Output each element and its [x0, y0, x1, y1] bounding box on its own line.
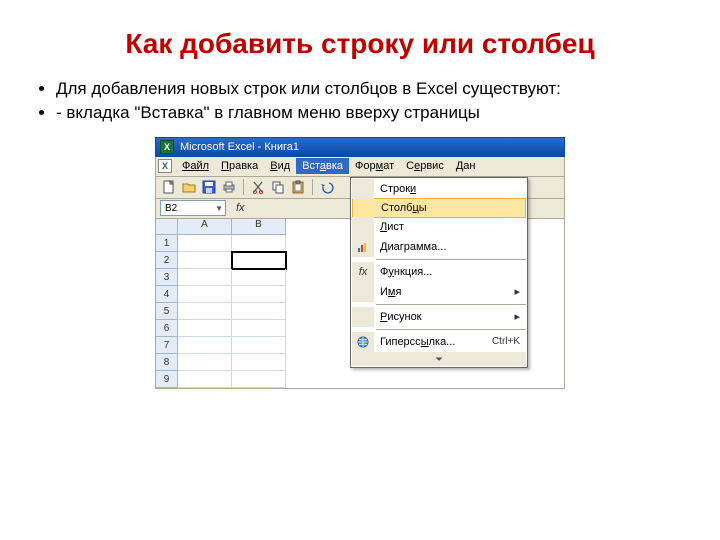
name-box-value: B2: [165, 203, 177, 214]
print-icon[interactable]: [220, 178, 238, 196]
shortcut-label: Ctrl+K: [492, 336, 520, 347]
undo-icon[interactable]: [318, 178, 336, 196]
column-header-b[interactable]: B: [232, 219, 286, 235]
bullet-list: Для добавления новых строк или столбцов …: [0, 78, 720, 133]
cell-a2[interactable]: [178, 252, 232, 269]
menu-edit[interactable]: Правка: [215, 158, 264, 174]
row-header[interactable]: 2: [156, 252, 178, 269]
dropdown-arrow-icon[interactable]: ▼: [215, 204, 223, 213]
row-header[interactable]: 8: [156, 354, 178, 371]
window-titlebar: X Microsoft Excel - Книга1: [155, 137, 565, 157]
row-header[interactable]: 1: [156, 235, 178, 252]
blank-icon: [352, 307, 374, 327]
select-all-corner[interactable]: [156, 219, 178, 235]
cell-a7[interactable]: [178, 337, 232, 354]
menu-bar: X Файл Правка Вид Вставка Формат Сервис …: [155, 157, 565, 177]
row-header[interactable]: 6: [156, 320, 178, 337]
cell-b4[interactable]: [232, 286, 286, 303]
cell-b7[interactable]: [232, 337, 286, 354]
cell-a6[interactable]: [178, 320, 232, 337]
name-box[interactable]: B2 ▼: [160, 200, 226, 216]
window-title: Microsoft Excel - Книга1: [180, 141, 299, 153]
insert-menu-dropdown: Строки Столбцы Лист Диаграмма... fx Функ…: [350, 177, 528, 368]
menu-separator: [376, 304, 526, 305]
menu-format[interactable]: Формат: [349, 158, 400, 174]
cell-a3[interactable]: [178, 269, 232, 286]
cell-a4[interactable]: [178, 286, 232, 303]
app-icon: X: [158, 159, 172, 173]
cell-b5[interactable]: [232, 303, 286, 320]
excel-screenshot: X Microsoft Excel - Книга1 X Файл Правка…: [155, 137, 565, 389]
fx-icon: fx: [352, 262, 374, 282]
paste-icon[interactable]: [289, 178, 307, 196]
row-header[interactable]: 3: [156, 269, 178, 286]
save-icon[interactable]: [200, 178, 218, 196]
chevron-down-icon: ▾: [435, 354, 442, 363]
menu-separator: [376, 329, 526, 330]
menu-item-chart[interactable]: Диаграмма...: [352, 237, 526, 257]
menu-data[interactable]: Дан: [450, 158, 482, 174]
menu-item-function[interactable]: fx Функция...: [352, 262, 526, 282]
cell-b9[interactable]: [232, 371, 286, 388]
blank-icon: [352, 179, 374, 199]
bullet-item: - вкладка "Вставка" в главном меню вверх…: [56, 102, 680, 123]
menu-tools[interactable]: Сервис: [400, 158, 450, 174]
open-file-icon[interactable]: [180, 178, 198, 196]
cell-a1[interactable]: [178, 235, 232, 252]
menu-item-sheet[interactable]: Лист: [352, 217, 526, 237]
row-header[interactable]: 7: [156, 337, 178, 354]
new-file-icon[interactable]: [160, 178, 178, 196]
row-header[interactable]: 4: [156, 286, 178, 303]
cut-icon[interactable]: [249, 178, 267, 196]
cell-b1[interactable]: [232, 235, 286, 252]
menu-separator: [376, 259, 526, 260]
bullet-item: Для добавления новых строк или столбцов …: [56, 78, 680, 99]
excel-logo-icon: X: [160, 140, 174, 154]
cell-a8[interactable]: [178, 354, 232, 371]
menu-view[interactable]: Вид: [264, 158, 296, 174]
chart-icon: [352, 237, 374, 257]
hyperlink-icon: [352, 332, 374, 352]
cell-b2[interactable]: [232, 252, 286, 269]
menu-file[interactable]: Файл: [176, 158, 215, 174]
cell-a9[interactable]: [178, 371, 232, 388]
column-header-a[interactable]: A: [178, 219, 232, 235]
cell-b8[interactable]: [232, 354, 286, 371]
menu-item-picture[interactable]: Рисунок ▸: [352, 307, 526, 327]
menu-item-columns[interactable]: Столбцы: [352, 198, 526, 218]
menu-item-hyperlink[interactable]: Гиперссылка... Ctrl+K: [352, 332, 526, 352]
submenu-arrow-icon: ▸: [514, 310, 520, 323]
menu-insert[interactable]: Вставка: [296, 158, 349, 174]
row-header[interactable]: 9: [156, 371, 178, 388]
fx-label[interactable]: fx: [236, 202, 245, 214]
row-header[interactable]: 5: [156, 303, 178, 320]
blank-icon: [352, 217, 374, 237]
cell-b6[interactable]: [232, 320, 286, 337]
toolbar-separator: [243, 179, 244, 195]
menu-item-rows[interactable]: Строки: [352, 179, 526, 199]
blank-icon: [353, 198, 375, 218]
toolbar-separator: [312, 179, 313, 195]
menu-expand-chevron[interactable]: ▾: [352, 352, 526, 366]
submenu-arrow-icon: ▸: [514, 285, 520, 298]
blank-icon: [352, 282, 374, 302]
cell-b3[interactable]: [232, 269, 286, 286]
cell-a5[interactable]: [178, 303, 232, 320]
menu-item-name[interactable]: Имя ▸: [352, 282, 526, 302]
copy-icon[interactable]: [269, 178, 287, 196]
slide-title: Как добавить строку или столбец: [0, 0, 720, 78]
